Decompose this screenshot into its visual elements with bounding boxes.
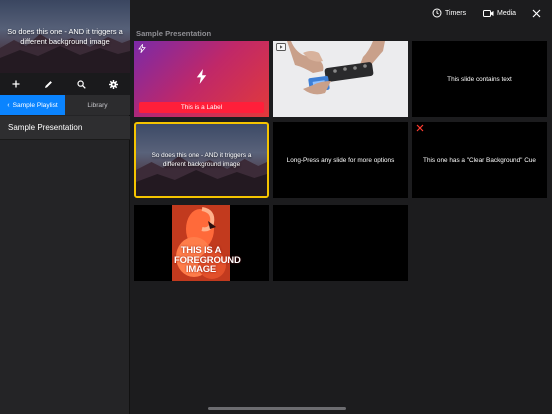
slide-2[interactable] [273,41,408,117]
tab-label: Sample Playlist [12,101,58,109]
slide-7[interactable]: THIS IS A FOREGROUND IMAGE [134,205,269,281]
slide-3[interactable]: This slide contains text [412,41,547,117]
close-button[interactable] [532,7,544,19]
app-window: So does this one - AND it triggers a dif… [0,0,552,414]
slide-6[interactable]: This one has a "Clear Background" Cue [412,122,547,198]
preview-text: So does this one - AND it triggers a dif… [7,27,123,46]
search-button[interactable] [73,76,89,92]
playlist-item-sample-presentation[interactable]: Sample Presentation [0,116,130,140]
home-indicator [208,407,346,410]
main-area: Timers Media Sample Presentation This is… [130,0,552,414]
sidebar-segmented-control: ‹ Sample Playlist Library [0,95,130,115]
live-preview[interactable]: So does this one - AND it triggers a dif… [0,0,130,73]
tab-library[interactable]: Library [65,95,130,115]
video-camera-icon [483,9,494,17]
slide-label-text: This is a Label [180,104,223,111]
video-icon [276,43,286,51]
slide-label: This is a Label [139,102,264,113]
top-bar: Timers Media [130,0,552,28]
add-button[interactable] [8,76,24,92]
gear-icon [109,79,119,89]
slide-4-selected[interactable]: So does this one - AND it triggers a dif… [134,122,269,198]
bolt-icon [196,69,207,84]
list-item-label: Sample Presentation [8,123,83,132]
slide-text: This slide contains text [447,75,512,83]
foreground-image-text: THIS IS A FOREGROUND IMAGE [174,245,241,275]
close-icon [532,9,541,17]
slide-8[interactable] [273,205,408,281]
slide-1[interactable]: This is a Label [134,41,269,117]
tab-sample-playlist[interactable]: ‹ Sample Playlist [0,95,65,115]
slide-text: Long-Press any slide for more options [286,156,395,164]
timers-button[interactable]: Timers [432,7,466,19]
pencil-icon [45,80,53,88]
clock-icon [432,8,442,18]
timers-label: Timers [445,9,467,17]
edit-button[interactable] [41,76,57,92]
slide-5[interactable]: Long-Press any slide for more options [273,122,408,198]
section-title: Sample Presentation [136,29,212,38]
chevron-left-icon: ‹ [7,101,10,109]
sidebar: So does this one - AND it triggers a dif… [0,0,130,414]
hands-device-image [273,41,408,117]
search-icon [77,79,86,89]
bolt-icon [138,44,146,53]
plus-icon [12,80,20,88]
media-button[interactable]: Media [483,7,516,19]
slide-text: This one has a "Clear Background" Cue [423,156,536,164]
settings-button[interactable] [106,76,122,92]
media-label: Media [497,9,517,17]
sidebar-toolbar [0,73,130,95]
slide-text: So does this one - AND it triggers a dif… [151,152,252,168]
tab-label: Library [87,101,108,109]
